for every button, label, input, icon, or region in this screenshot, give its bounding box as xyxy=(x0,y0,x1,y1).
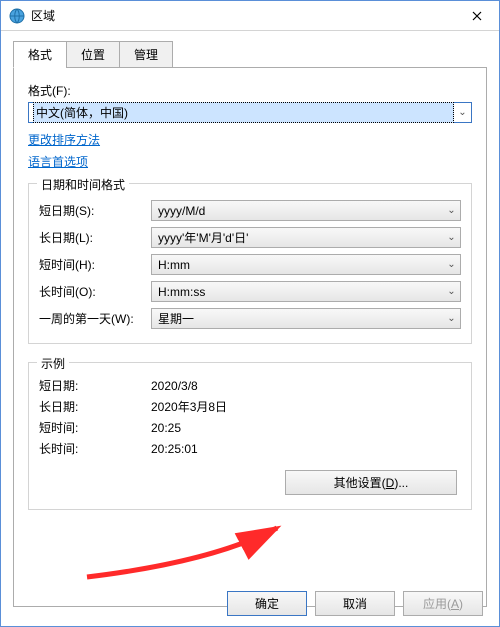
close-button[interactable] xyxy=(454,1,499,30)
tab-location[interactable]: 位置 xyxy=(66,41,120,68)
close-icon xyxy=(472,11,482,21)
chevron-down-icon: ⌄ xyxy=(443,286,460,297)
short-time-label: 短时间(H): xyxy=(39,256,151,273)
first-dow-label: 一周的第一天(W): xyxy=(39,310,151,327)
short-time-value: H:mm xyxy=(158,258,443,272)
apply-button[interactable]: 应用(A) xyxy=(403,591,483,616)
datetime-group-legend: 日期和时间格式 xyxy=(37,176,129,193)
long-time-label: 长时间(O): xyxy=(39,283,151,300)
format-label: 格式(F): xyxy=(28,82,472,99)
btn-text: 其他设置(D)... xyxy=(334,474,409,491)
long-time-value: H:mm:ss xyxy=(158,285,443,299)
btn-text: 应用(A) xyxy=(423,595,463,612)
ex-long-time-value: 20:25:01 xyxy=(151,442,198,456)
titlebar: 区域 xyxy=(1,1,499,31)
long-date-combo[interactable]: yyyy'年'M'月'd'日' ⌄ xyxy=(151,227,461,248)
short-date-combo[interactable]: yyyy/M/d ⌄ xyxy=(151,200,461,221)
long-time-combo[interactable]: H:mm:ss ⌄ xyxy=(151,281,461,302)
long-date-label: 长日期(L): xyxy=(39,229,151,246)
additional-settings-button[interactable]: 其他设置(D)... xyxy=(285,470,457,495)
short-date-label: 短日期(S): xyxy=(39,202,151,219)
globe-icon xyxy=(9,8,25,24)
ex-long-time-label: 长时间: xyxy=(39,440,151,457)
chevron-down-icon: ⌄ xyxy=(443,205,460,216)
ex-long-date-value: 2020年3月8日 xyxy=(151,400,227,414)
ex-short-date-label: 短日期: xyxy=(39,377,151,394)
first-dow-combo[interactable]: 星期一 ⌄ xyxy=(151,308,461,329)
cancel-button[interactable]: 取消 xyxy=(315,591,395,616)
format-combo[interactable]: 中文(简体，中国) ⌄ xyxy=(28,102,472,123)
chevron-down-icon: ⌄ xyxy=(454,107,471,118)
ex-long-date-label: 长日期: xyxy=(39,398,151,415)
short-time-combo[interactable]: H:mm ⌄ xyxy=(151,254,461,275)
tab-strip: 格式 位置 管理 xyxy=(13,41,499,68)
first-dow-value: 星期一 xyxy=(158,310,443,327)
example-group: 示例 短日期:2020/3/8 长日期:2020年3月8日 短时间:20:25 … xyxy=(28,362,472,510)
tab-format[interactable]: 格式 xyxy=(13,41,67,68)
ex-short-date-value: 2020/3/8 xyxy=(151,379,198,393)
annotation-arrow-icon xyxy=(82,522,282,582)
chevron-down-icon: ⌄ xyxy=(443,232,460,243)
link-language-pref[interactable]: 语言首选项 xyxy=(28,153,88,171)
ok-button[interactable]: 确定 xyxy=(227,591,307,616)
long-date-value: yyyy'年'M'月'd'日' xyxy=(158,229,443,246)
dialog-button-bar: 确定 取消 应用(A) xyxy=(227,591,483,616)
link-change-sort[interactable]: 更改排序方法 xyxy=(28,131,100,149)
tab-admin[interactable]: 管理 xyxy=(119,41,173,68)
ex-short-time-label: 短时间: xyxy=(39,419,151,436)
short-date-value: yyyy/M/d xyxy=(158,204,443,218)
ex-short-time-value: 20:25 xyxy=(151,421,181,435)
chevron-down-icon: ⌄ xyxy=(443,313,460,324)
region-dialog: 区域 尔 格式 位置 管理 格式(F): 中文(简体，中国) ⌄ 更改排序方法 … xyxy=(0,0,500,627)
tab-panel-format: 格式(F): 中文(简体，中国) ⌄ 更改排序方法 语言首选项 日期和时间格式 … xyxy=(13,67,487,607)
format-combo-value: 中文(简体，中国) xyxy=(33,102,454,123)
window-title: 区域 xyxy=(31,7,454,24)
datetime-format-group: 日期和时间格式 短日期(S): yyyy/M/d ⌄ 长日期(L): yyyy'… xyxy=(28,183,472,344)
example-group-legend: 示例 xyxy=(37,355,69,372)
chevron-down-icon: ⌄ xyxy=(443,259,460,270)
